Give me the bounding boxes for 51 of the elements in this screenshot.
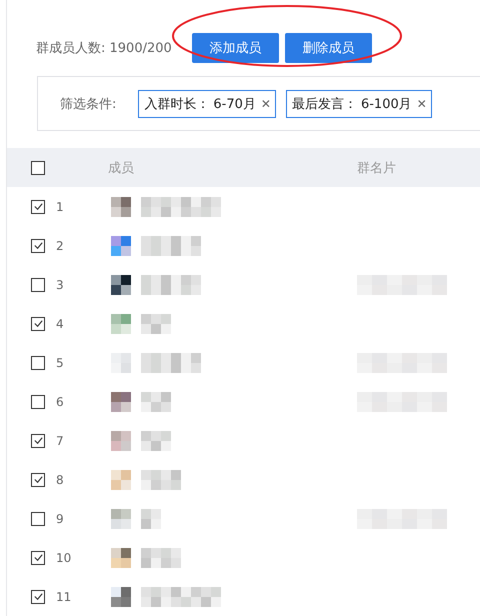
column-header: 群名片 [357, 160, 396, 176]
blurred-name [141, 236, 201, 256]
row-checkbox[interactable] [31, 550, 45, 564]
blurred-name [141, 274, 201, 294]
row-number: 7 [56, 434, 64, 448]
row-checkbox[interactable] [31, 356, 45, 370]
checkmark-icon [32, 435, 44, 446]
member-count: 群成员人数: 1900/200 [36, 40, 172, 57]
blurred-name [141, 470, 181, 490]
blurred-name [141, 430, 171, 450]
tag-value: 6-70月 [213, 96, 256, 112]
delete-member-button[interactable]: 删除成员 [284, 33, 372, 63]
row-checkbox[interactable] [31, 590, 45, 604]
checkmark-icon [32, 201, 44, 212]
row-checkbox[interactable] [31, 512, 45, 526]
row-number: 4 [56, 316, 64, 330]
checkmark-icon [32, 552, 44, 563]
row-number: 5 [56, 356, 64, 370]
row-checkbox[interactable] [31, 278, 45, 292]
row-checkbox[interactable] [31, 394, 45, 408]
row-number: 3 [56, 278, 64, 292]
row-number: 11 [56, 590, 72, 604]
row-number: 9 [56, 512, 64, 526]
row-number: 2 [56, 238, 64, 252]
row-checkbox[interactable] [31, 238, 45, 252]
row-checkbox[interactable] [31, 434, 45, 448]
row-number: 6 [56, 394, 64, 408]
column-header: 成员 [108, 160, 134, 176]
select-all-checkbox[interactable] [31, 160, 45, 174]
checkmark-icon [32, 474, 44, 485]
row-checkbox[interactable] [31, 200, 45, 214]
blurred-name [141, 392, 171, 412]
checkmark-icon [32, 318, 44, 329]
checkmark-icon [32, 591, 44, 602]
close-icon[interactable]: ✕ [416, 96, 427, 110]
close-icon[interactable]: ✕ [260, 96, 271, 110]
add-member-button[interactable]: 添加成员 [192, 33, 279, 63]
blurred-name [141, 352, 201, 372]
checkmark-icon [32, 240, 44, 251]
blurred-name [141, 548, 181, 568]
row-number: 10 [56, 550, 72, 564]
tag-label: 最后发言： [292, 96, 357, 112]
row-checkbox[interactable] [31, 316, 45, 330]
row-number: 8 [56, 472, 64, 486]
tag-label: 入群时长： [144, 96, 210, 112]
blurred-name [141, 508, 161, 528]
tag-value: 6-100月 [360, 96, 412, 112]
blurred-name [141, 314, 171, 334]
filter-label: 筛选条件: [60, 96, 116, 112]
row-checkbox[interactable] [31, 472, 45, 486]
row-number: 1 [56, 200, 64, 214]
